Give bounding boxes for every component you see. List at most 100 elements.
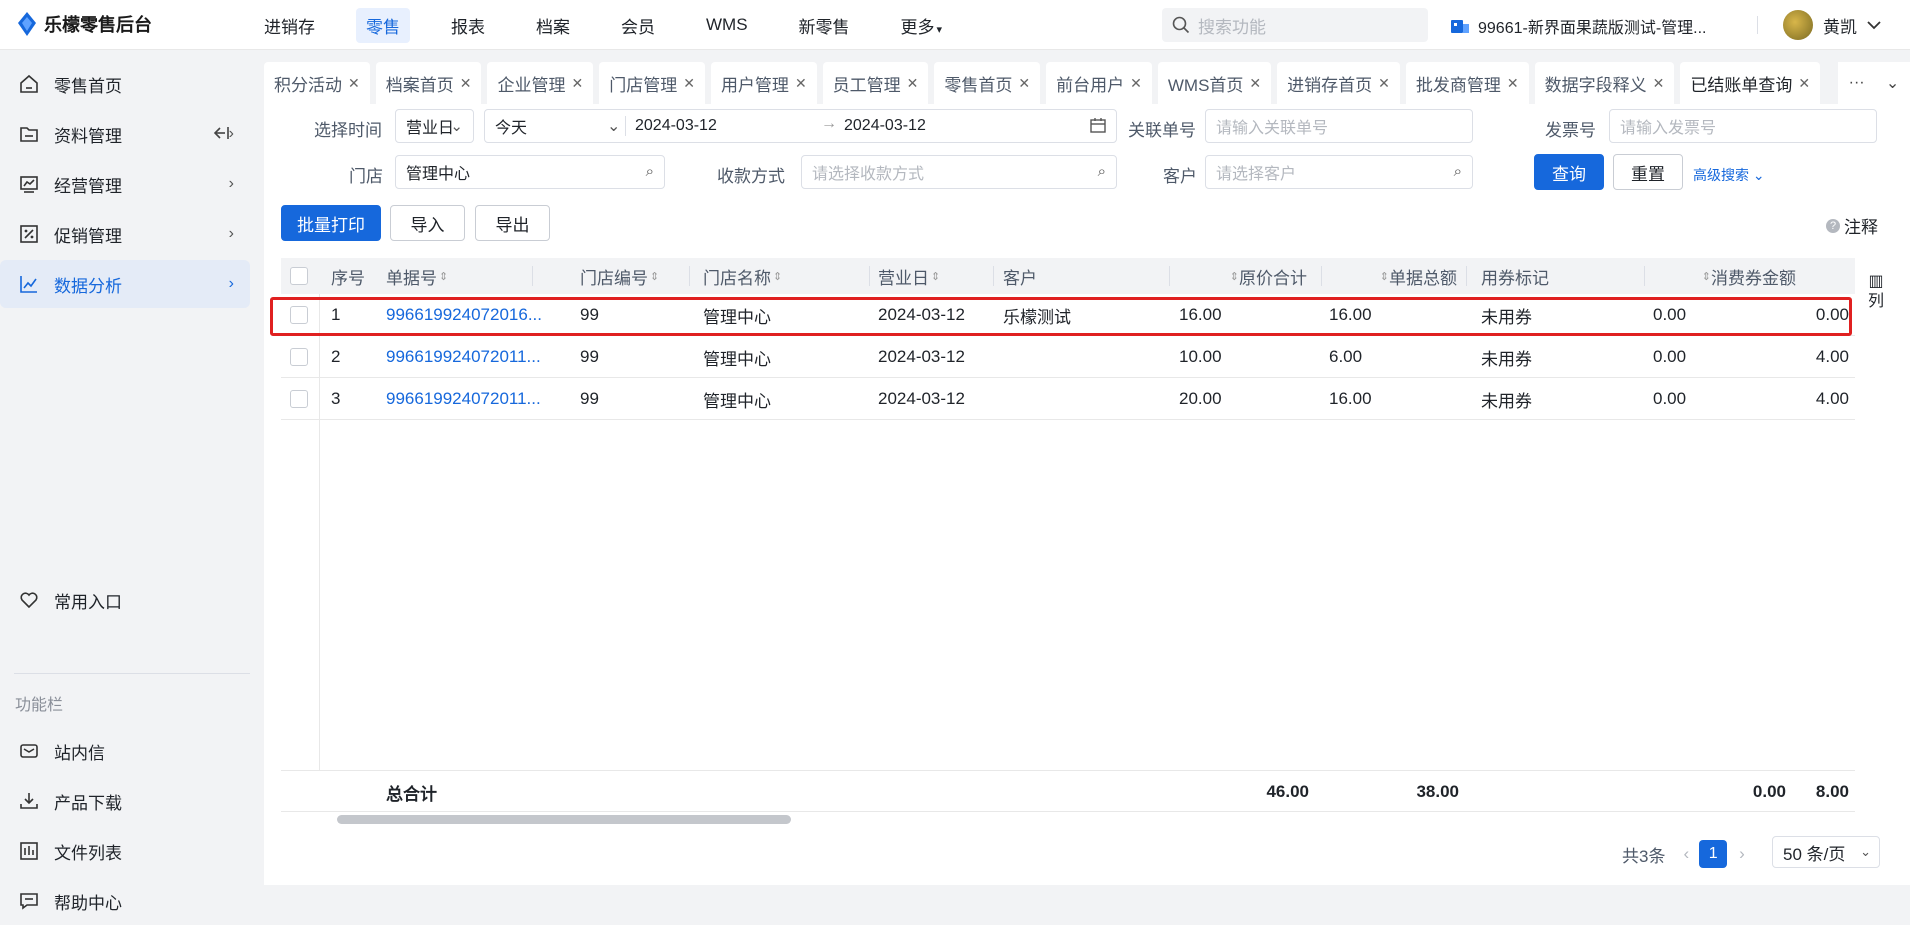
divider [689,266,690,286]
close-icon[interactable]: ✕ [795,75,807,92]
close-icon[interactable]: ✕ [1130,75,1142,92]
table-row[interactable]: 3 996619924072011... 99 管理中心 2024-03-12 … [281,378,1855,420]
close-icon[interactable]: ✕ [1798,75,1810,92]
col-store-code[interactable]: 门店编号 ⇕ [580,258,659,294]
sidebar-item-retail-home[interactable]: 零售首页 [0,60,250,108]
tab-store-management[interactable]: 门店管理 ✕ [599,62,705,104]
table-header: 序号 单据号 ⇕ 门店编号 ⇕ 门店名称 ⇕ 营业日 ⇕ 客户 ⇕ 原价合计 ⇕ 单据总额 … [281,258,1855,294]
prev-page-icon[interactable]: ‹ [1683,844,1689,864]
doc-number-link[interactable]: 996619924072011... [386,378,558,420]
row-highlight-frame [270,297,1852,336]
nav-item-members[interactable]: 会员 [611,8,665,43]
customer-select[interactable]: 请选择客户 ⌕ [1205,155,1473,189]
divider [1644,266,1645,286]
next-page-icon[interactable]: › [1739,844,1745,864]
close-icon[interactable]: ✕ [683,75,695,92]
date-range-picker[interactable]: 今天 ⌄ 2024-03-12 → 2024-03-12 [484,109,1117,143]
row-checkbox[interactable] [290,378,308,420]
store-select[interactable]: 管理中心 ⌕ [395,155,665,189]
doc-number-link[interactable]: 996619924072011... [386,336,558,378]
page-1-button[interactable]: 1 [1699,840,1728,868]
tab-wms-home[interactable]: WMS首页 ✕ [1157,62,1272,104]
column-settings-toggle[interactable]: ▥ 列 [1856,272,1896,312]
sidebar: 零售首页 资料管理 › 经营管理 › 促销管理 › 数据分析 › 常用入口 功能… [0,50,264,913]
tab-points-activity[interactable]: 积分活动 ✕ [264,62,370,104]
note-toggle[interactable]: ? 注释 [1826,213,1878,238]
select-all-checkbox[interactable] [290,258,308,294]
nav-item-wms[interactable]: WMS [696,10,758,40]
tab-enterprise[interactable]: 企业管理 ✕ [487,62,594,104]
close-icon[interactable]: ✕ [1378,75,1390,92]
more-tabs-icon[interactable]: ··· [1849,74,1865,92]
sidebar-item-messages[interactable]: 站内信 [0,727,250,775]
tab-user-management[interactable]: 用户管理 ✕ [710,62,817,104]
nav-item-archives[interactable]: 档案 [526,8,580,43]
row-checkbox[interactable] [290,336,308,378]
invoice-number-input[interactable]: 请输入发票号 [1609,109,1877,143]
sidebar-item-promotions[interactable]: 促销管理 › [0,210,250,258]
tab-settled-orders[interactable]: 已结账单查询 ✕ [1680,62,1821,104]
close-icon[interactable]: ✕ [1249,75,1261,92]
col-doc-total[interactable]: ⇕ 单据总额 [1321,258,1457,294]
sidebar-item-data-management[interactable]: 资料管理 › [0,110,250,158]
col-doc-number[interactable]: 单据号 ⇕ [386,258,448,294]
sidebar-item-file-list[interactable]: 文件列表 [0,827,250,875]
row-index: 2 [331,347,341,366]
tab-archive-home[interactable]: 档案首页 ✕ [375,62,482,104]
favorites-entry[interactable]: 常用入口 [0,576,250,624]
close-icon[interactable]: ✕ [571,75,583,92]
tab-front-users[interactable]: 前台用户 ✕ [1046,62,1152,104]
tab-wholesaler[interactable]: 批发商管理 ✕ [1405,62,1529,104]
nav-item-reports[interactable]: 报表 [441,8,495,43]
close-icon[interactable]: ✕ [460,75,472,92]
nav-item-retail[interactable]: 零售 [356,7,410,43]
nav-item-more[interactable]: 更多 [891,8,953,43]
col-business-date[interactable]: 营业日 ⇕ [878,258,940,294]
chevron-right-icon: › [228,275,234,292]
ref-number-input[interactable]: 请输入关联单号 [1205,109,1473,143]
tab-retail-home[interactable]: 零售首页 ✕ [934,62,1041,104]
sidebar-item-data-analysis[interactable]: 数据分析 › [0,260,250,308]
close-icon[interactable]: ✕ [1507,75,1519,92]
query-button[interactable]: 查询 [1534,154,1604,190]
nav-item-inventory[interactable]: 进销存 [254,8,325,43]
store-icon [1451,20,1469,33]
chevron-down-icon[interactable]: ⌄ [1886,73,1899,93]
tab-staff-management[interactable]: 员工管理 ✕ [822,62,929,104]
analytics-icon [18,273,40,295]
sidebar-item-help[interactable]: 帮助中心 [0,877,250,925]
app-logo[interactable]: 乐檬零售后台 [16,11,152,37]
close-icon[interactable]: ✕ [907,75,919,92]
tab-field-glossary[interactable]: 数据字段释义 ✕ [1534,62,1675,104]
time-range-select[interactable]: 今天 [495,114,527,138]
time-type-select[interactable]: 营业日 ⌄ [395,109,474,143]
page-size-select[interactable]: 50 条/页 ⌄ [1772,836,1880,868]
close-icon[interactable]: ✕ [348,75,360,92]
close-icon[interactable]: ✕ [1018,75,1030,92]
col-original-total[interactable]: ⇕ 原价合计 [1171,258,1307,294]
col-coupon-amount[interactable]: ⇕ 消费券金额 [1646,258,1796,294]
batch-print-button[interactable]: 批量打印 [281,205,381,241]
store-selector[interactable]: 99661-新界面果蔬版测试-管理... [1450,14,1707,38]
import-button[interactable]: 导入 [390,205,465,241]
date-end[interactable]: 2024-03-12 [844,117,926,135]
chevron-down-icon: ⌄ [607,118,621,135]
advanced-search-link[interactable]: 高级搜索 ⌄ [1693,165,1765,185]
function-search-input[interactable]: 搜索功能 [1162,8,1428,42]
col-store-name[interactable]: 门店名称 ⇕ [703,258,782,294]
user-menu[interactable]: 黄凯 [1783,10,1881,40]
tab-inventory-home[interactable]: 进销存首页 ✕ [1277,62,1400,104]
reset-button[interactable]: 重置 [1613,154,1683,190]
total-count: 共3条 [1622,846,1666,866]
divider [1466,266,1467,286]
export-button[interactable]: 导出 [475,205,550,241]
date-start[interactable]: 2024-03-12 [635,117,717,135]
sidebar-item-downloads[interactable]: 产品下载 [0,777,250,825]
table-row[interactable]: 2 996619924072011... 99 管理中心 2024-03-12 … [281,336,1855,378]
payment-method-select[interactable]: 请选择收款方式 ⌕ [801,155,1117,189]
nav-item-new-retail[interactable]: 新零售 [789,8,860,43]
sidebar-item-operations[interactable]: 经营管理 › [0,160,250,208]
store-name: 管理中心 [703,349,771,369]
close-icon[interactable]: ✕ [1653,75,1665,92]
horizontal-scrollbar[interactable] [337,815,791,824]
